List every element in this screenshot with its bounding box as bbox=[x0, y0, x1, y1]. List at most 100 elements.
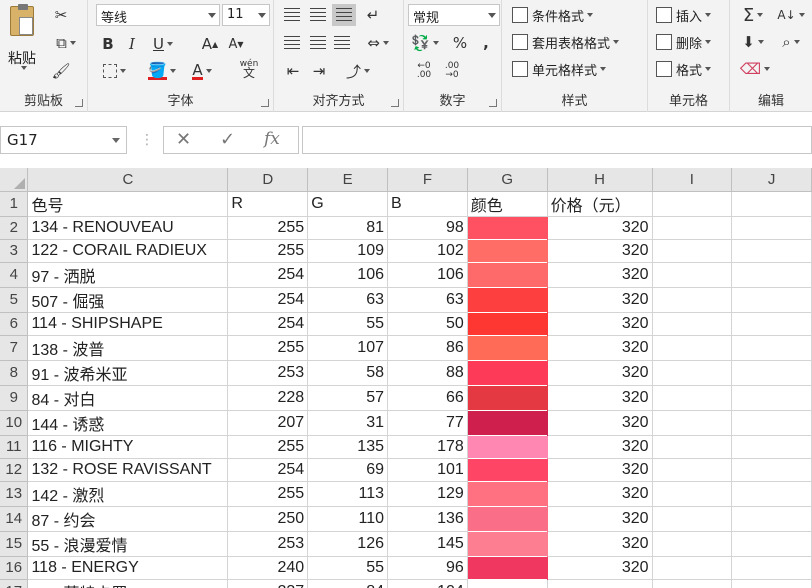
row-header[interactable]: 8 bbox=[0, 360, 29, 386]
cancel-icon[interactable]: ✕ bbox=[176, 129, 191, 150]
increase-font-icon[interactable]: A ▲ bbox=[200, 33, 220, 55]
cell-name[interactable]: 144 - 诱惑 bbox=[27, 410, 229, 436]
cell-g[interactable]: 63 bbox=[307, 287, 388, 313]
column-header-i[interactable]: I bbox=[652, 168, 733, 192]
cell-r[interactable]: 254 bbox=[227, 262, 309, 288]
cell-b[interactable]: 145 bbox=[387, 531, 468, 557]
font-name-select[interactable]: 等线 bbox=[96, 4, 220, 26]
cell-empty[interactable] bbox=[731, 556, 812, 580]
fill-color-icon[interactable]: 🪣 bbox=[144, 60, 180, 82]
enter-icon[interactable]: ✓ bbox=[220, 129, 235, 150]
align-right-icon[interactable] bbox=[332, 32, 352, 54]
format-painter-icon[interactable]: 🖌 bbox=[50, 60, 72, 82]
column-header-e[interactable]: E bbox=[307, 168, 388, 192]
select-all-corner[interactable] bbox=[0, 168, 29, 192]
cell-empty[interactable] bbox=[652, 481, 733, 507]
cell-b[interactable]: 106 bbox=[387, 262, 468, 288]
align-top-icon[interactable] bbox=[282, 4, 302, 26]
cell-g[interactable]: 110 bbox=[307, 506, 388, 532]
cell-b[interactable]: 77 bbox=[387, 410, 468, 436]
cell-color-swatch[interactable] bbox=[467, 435, 548, 458]
cell-name[interactable]: 132 - ROSE RAVISSANT bbox=[27, 458, 229, 482]
cell-empty[interactable] bbox=[652, 435, 733, 459]
column-header-h[interactable]: H bbox=[547, 168, 653, 192]
row-header[interactable]: 2 bbox=[0, 216, 29, 240]
cell-empty[interactable] bbox=[652, 410, 733, 436]
cell-empty[interactable] bbox=[731, 481, 812, 507]
paste-button[interactable]: 粘贴 bbox=[4, 4, 40, 70]
cell-empty[interactable] bbox=[731, 262, 812, 288]
cell-name[interactable]: 138 - 波普 bbox=[27, 335, 229, 361]
cell-price[interactable]: 320 bbox=[547, 312, 653, 336]
cell-b[interactable]: 66 bbox=[387, 385, 468, 411]
cell-name[interactable]: 62 - 蒙特卡罗 bbox=[27, 579, 229, 588]
orientation-icon[interactable]: ⤴ bbox=[340, 60, 376, 82]
cell-price[interactable]: 320 bbox=[547, 435, 653, 459]
cell-b[interactable]: 63 bbox=[387, 287, 468, 313]
cell-empty[interactable] bbox=[652, 216, 733, 240]
row-header[interactable]: 6 bbox=[0, 312, 29, 336]
column-header-d[interactable]: D bbox=[227, 168, 309, 192]
name-box[interactable]: G17 bbox=[0, 126, 127, 154]
bold-icon[interactable]: B bbox=[98, 33, 118, 55]
cell-r[interactable]: 255 bbox=[227, 335, 309, 361]
cell-empty[interactable] bbox=[652, 312, 733, 336]
cell-color-swatch[interactable] bbox=[467, 335, 548, 360]
cell-price[interactable]: 320 bbox=[547, 262, 653, 288]
cell-price[interactable]: 320 bbox=[547, 556, 653, 580]
cell-empty[interactable] bbox=[731, 506, 812, 532]
cell-empty[interactable] bbox=[652, 579, 733, 588]
borders-icon[interactable] bbox=[96, 60, 132, 82]
cell-r[interactable]: 250 bbox=[227, 506, 309, 532]
cell-empty[interactable] bbox=[652, 531, 733, 557]
cell-b[interactable]: 178 bbox=[387, 435, 468, 459]
align-left-icon[interactable] bbox=[282, 32, 302, 54]
copy-icon[interactable]: ⧉ bbox=[50, 32, 82, 54]
cell-empty[interactable] bbox=[731, 410, 812, 436]
row-header[interactable]: 11 bbox=[0, 435, 29, 459]
cell-b[interactable]: 101 bbox=[387, 458, 468, 482]
cell-color-swatch[interactable] bbox=[467, 410, 548, 435]
cell-g[interactable]: 57 bbox=[307, 385, 388, 411]
cell-color-swatch[interactable] bbox=[467, 287, 548, 312]
decrease-indent-icon[interactable]: ⇤ bbox=[282, 60, 304, 82]
header-cell-i[interactable] bbox=[652, 191, 733, 217]
increase-indent-icon[interactable]: ⇥ bbox=[308, 60, 330, 82]
cell-color-swatch[interactable] bbox=[467, 216, 548, 239]
align-center-icon[interactable] bbox=[308, 32, 328, 54]
find-select-icon[interactable]: ⌕ bbox=[776, 31, 806, 53]
cell-price[interactable]: 320 bbox=[547, 481, 653, 507]
cell-empty[interactable] bbox=[731, 239, 812, 263]
cell-empty[interactable] bbox=[652, 239, 733, 263]
cell-r[interactable]: 255 bbox=[227, 216, 309, 240]
cell-color-swatch[interactable] bbox=[467, 556, 548, 579]
cell-styles-button[interactable]: 单元格样式 bbox=[512, 58, 607, 80]
header-cell-c[interactable]: 色号 bbox=[27, 191, 229, 217]
increase-decimal-icon[interactable]: ←0.00 bbox=[412, 60, 436, 82]
number-launcher-icon[interactable] bbox=[489, 99, 497, 107]
decrease-decimal-icon[interactable]: .00 →0 bbox=[440, 60, 464, 82]
merge-center-icon[interactable]: ⇔ bbox=[360, 32, 396, 54]
conditional-format-button[interactable]: 条件格式 bbox=[512, 4, 594, 26]
cell-color-swatch[interactable] bbox=[467, 481, 548, 506]
cell-price[interactable]: 320 bbox=[547, 410, 653, 436]
cell-name[interactable]: 97 - 洒脱 bbox=[27, 262, 229, 288]
percent-icon[interactable]: % bbox=[450, 32, 470, 54]
autosum-icon[interactable]: Σ bbox=[738, 4, 768, 26]
cell-empty[interactable] bbox=[652, 385, 733, 411]
cell-color-swatch[interactable] bbox=[467, 531, 548, 556]
header-cell-g[interactable]: 颜色 bbox=[467, 191, 548, 217]
cell-name[interactable]: 134 - RENOUVEAU bbox=[27, 216, 229, 240]
cell-r[interactable]: 255 bbox=[227, 435, 309, 459]
cell-empty[interactable] bbox=[652, 287, 733, 313]
cell-empty[interactable] bbox=[731, 360, 812, 386]
cell-g[interactable]: 113 bbox=[307, 481, 388, 507]
cell-empty[interactable] bbox=[731, 216, 812, 240]
cell-empty[interactable] bbox=[652, 458, 733, 482]
row-header[interactable]: 13 bbox=[0, 481, 29, 507]
cell-color-swatch[interactable] bbox=[467, 506, 548, 531]
cell-r[interactable]: 254 bbox=[227, 458, 309, 482]
cell-price[interactable]: 320 bbox=[547, 287, 653, 313]
clear-icon[interactable]: ⌫ bbox=[738, 58, 772, 80]
align-middle-icon[interactable] bbox=[308, 4, 328, 26]
